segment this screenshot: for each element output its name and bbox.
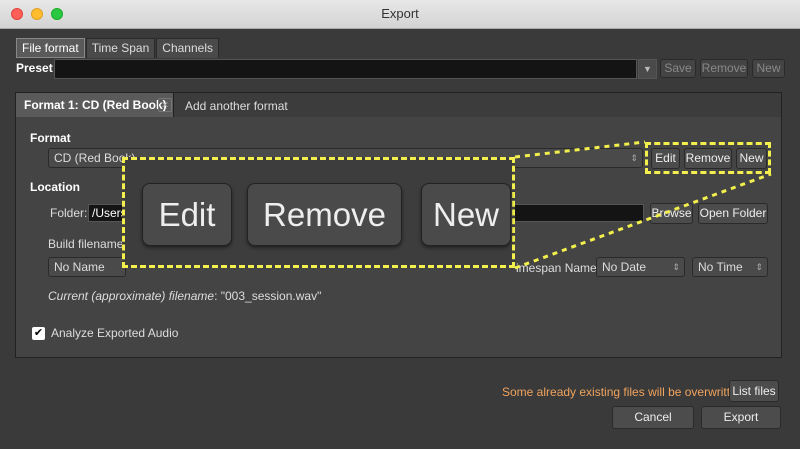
highlight-box: [645, 142, 771, 174]
timespan-name-label: imespan Name: [516, 261, 597, 275]
zoom-new-button: New: [421, 183, 511, 246]
tab-format-1[interactable]: Format 1: CD (Red Book): [16, 93, 174, 117]
time-combo[interactable]: No Time ⇕: [692, 257, 768, 277]
preset-label: Preset: [16, 61, 53, 75]
chevron-updown-icon: ⇕: [755, 262, 763, 272]
minimize-window-icon[interactable]: [31, 8, 43, 20]
date-combo-value: No Date: [602, 260, 647, 274]
current-filename-label: Current (approximate) filename: [48, 289, 215, 303]
build-filename-label: Build filename(s: [48, 237, 134, 251]
preset-combo[interactable]: [54, 59, 637, 79]
time-combo-value: No Time: [698, 260, 743, 274]
chevron-down-icon[interactable]: ▼: [638, 59, 657, 79]
cancel-button[interactable]: Cancel: [612, 406, 694, 429]
tab-add-format[interactable]: Add another format: [185, 99, 288, 113]
tab-file-format[interactable]: File format: [16, 38, 85, 58]
date-combo[interactable]: No Date ⇕: [596, 257, 685, 277]
tab-channels[interactable]: Channels: [156, 38, 219, 58]
tab-time-span[interactable]: Time Span: [85, 38, 156, 58]
current-filename-value: : "003_session.wav": [214, 289, 322, 303]
window-title: Export: [381, 6, 419, 21]
filename-part-value: No Name: [54, 260, 105, 274]
preset-save-button[interactable]: Save: [660, 59, 696, 78]
location-section-title: Location: [30, 180, 80, 194]
filename-part-combo[interactable]: No Name: [48, 257, 126, 277]
preset-remove-button[interactable]: Remove: [700, 59, 748, 78]
close-window-icon[interactable]: [11, 8, 23, 20]
browse-button[interactable]: Browse: [650, 203, 693, 224]
top-tabs: File format Time Span Channels: [16, 38, 220, 58]
title-bar: Export: [0, 0, 800, 29]
export-button[interactable]: Export: [701, 406, 781, 429]
format-section-title: Format: [30, 131, 71, 145]
open-folder-button[interactable]: Open Folder: [698, 203, 768, 224]
zoom-callout: Edit Remove New: [122, 157, 515, 268]
analyze-label: Analyze Exported Audio: [51, 326, 179, 340]
current-filename: Current (approximate) filename: "003_ses…: [48, 289, 321, 303]
analyze-checkbox[interactable]: ✔: [32, 327, 45, 340]
zoom-edit-button: Edit: [142, 183, 232, 246]
overwrite-warning: Some already existing files will be over…: [502, 385, 747, 399]
zoom-remove-button: Remove: [247, 183, 402, 246]
list-files-button[interactable]: List files: [729, 380, 779, 402]
close-icon[interactable]: ✕: [158, 98, 172, 112]
chevron-updown-icon: ⇕: [630, 153, 638, 163]
folder-label: Folder:: [50, 206, 88, 220]
chevron-updown-icon: ⇕: [672, 262, 680, 272]
preset-new-button[interactable]: New: [752, 59, 785, 78]
maximize-window-icon[interactable]: [51, 8, 63, 20]
